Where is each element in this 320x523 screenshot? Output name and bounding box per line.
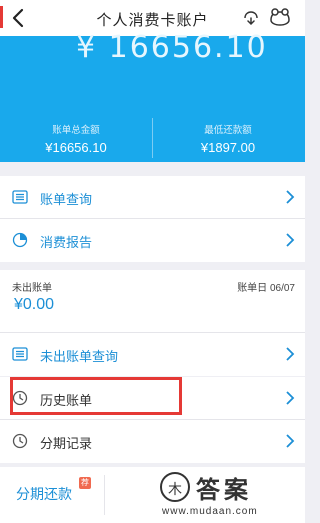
clock-icon bbox=[12, 390, 28, 406]
share-icon[interactable] bbox=[242, 9, 260, 27]
bottom-divider bbox=[104, 475, 105, 515]
chevron-right-icon bbox=[286, 190, 295, 204]
balance-amount: ¥ 16656.10 bbox=[76, 30, 268, 65]
menu-item-label: 历史账单 bbox=[40, 393, 93, 408]
menu-item-unbilled-query[interactable]: 未出账单查询 bbox=[0, 333, 305, 376]
unbilled-amount: ¥0.00 bbox=[14, 296, 55, 313]
menu-item-label: 分期记录 bbox=[40, 436, 93, 451]
clock-icon bbox=[12, 433, 28, 449]
menu-item-spending-report[interactable]: 消费报告 bbox=[0, 219, 305, 262]
menu-group-bills: 账单查询 消费报告 bbox=[0, 176, 305, 262]
installment-repay-button[interactable]: 分期还款 bbox=[16, 484, 72, 504]
list-icon bbox=[12, 347, 28, 361]
balance-hero: ¥ 16656.10 账单总金额 ¥16656.10 最低还款额 ¥1897.0… bbox=[0, 30, 305, 162]
chevron-right-icon bbox=[286, 233, 295, 247]
menu-group-history: 历史账单 分期记录 bbox=[0, 377, 305, 463]
watermark-logo: 木 bbox=[160, 472, 190, 502]
watermark-text: 答案 bbox=[196, 477, 252, 504]
chevron-right-icon bbox=[286, 434, 295, 448]
chevron-right-icon bbox=[286, 391, 295, 405]
billing-date: 账单日 06/07 bbox=[237, 283, 295, 294]
menu-item-installment-records[interactable]: 分期记录 bbox=[0, 420, 305, 463]
list-icon bbox=[12, 190, 28, 204]
menu-item-history-bills[interactable]: 历史账单 bbox=[0, 377, 305, 420]
watermark: 木 答案 www.mudaan.com bbox=[160, 470, 290, 520]
watermark-url: www.mudaan.com bbox=[162, 506, 258, 517]
min-payment-label: 最低还款额 bbox=[204, 125, 252, 136]
min-payment-stat: 最低还款额 ¥1897.00 bbox=[152, 122, 304, 155]
frog-icon[interactable] bbox=[268, 7, 292, 27]
total-amount-stat: 账单总金额 ¥16656.10 bbox=[0, 122, 152, 155]
menu-item-label: 未出账单查询 bbox=[40, 349, 119, 364]
recommend-badge: 荐 bbox=[79, 477, 91, 489]
chevron-right-icon bbox=[286, 347, 295, 361]
menu-item-label: 账单查询 bbox=[40, 192, 93, 207]
unbilled-label: 未出账单 bbox=[12, 283, 52, 294]
unbilled-summary: 未出账单 账单日 06/07 ¥0.00 bbox=[0, 270, 305, 333]
pie-chart-icon bbox=[12, 232, 28, 248]
watermark-logo-char: 木 bbox=[168, 481, 182, 497]
menu-item-label: 消费报告 bbox=[40, 235, 93, 250]
total-amount-label: 账单总金额 bbox=[52, 125, 100, 136]
min-payment-value: ¥1897.00 bbox=[200, 140, 256, 155]
menu-group-unbilled: 未出账单查询 bbox=[0, 333, 305, 376]
menu-item-bill-query[interactable]: 账单查询 bbox=[0, 176, 305, 219]
total-amount-value: ¥16656.10 bbox=[45, 140, 107, 155]
